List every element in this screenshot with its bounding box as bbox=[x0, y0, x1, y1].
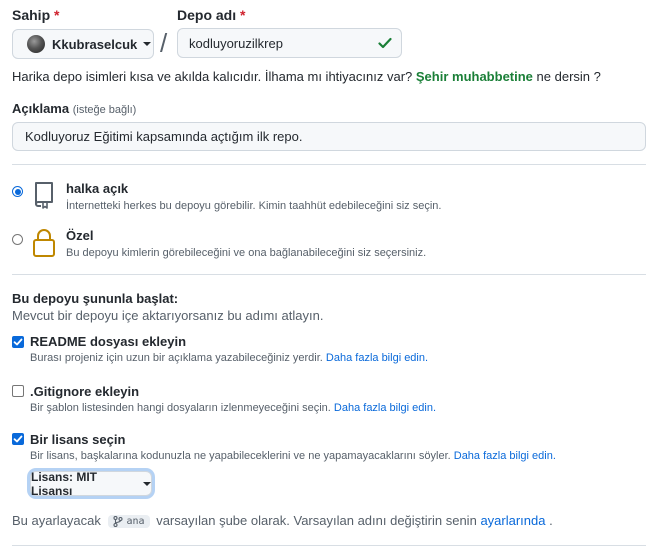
repo-name-label: Depo adı * bbox=[177, 7, 245, 23]
avatar bbox=[27, 35, 45, 53]
gitignore-label: .Gitignore ekleyin bbox=[30, 384, 140, 399]
owner-dropdown-button[interactable]: Kkubraselcuk bbox=[12, 29, 154, 59]
owner-label-text: Sahip bbox=[12, 7, 51, 23]
optional-tag: (isteğe bağlı) bbox=[72, 104, 137, 116]
git-branch-icon bbox=[112, 516, 123, 528]
license-dropdown-label: Lisans: MIT Lisansı bbox=[31, 469, 98, 498]
hint-text: Harika depo isimleri kısa ve akılda kalı… bbox=[12, 69, 413, 84]
public-desc: İnternetteki herkes bu depoyu görebilir.… bbox=[66, 200, 442, 212]
gitignore-desc: Bir şablon listesinden hangi dosyaların … bbox=[30, 402, 436, 414]
license-learn-more-link[interactable]: Daha fazla bilgi edin. bbox=[454, 450, 556, 462]
description-input[interactable]: Kodluyoruz Eğitimi kapsamında açtığım il… bbox=[12, 122, 646, 151]
repo-name-label-text: Depo adı bbox=[177, 7, 237, 23]
divider bbox=[12, 545, 646, 546]
readme-checkbox[interactable] bbox=[12, 336, 24, 348]
checkmark-icon bbox=[13, 435, 23, 443]
private-desc: Bu depoyu kimlerin görebileceğini ve ona… bbox=[66, 247, 427, 259]
required-mark: * bbox=[54, 7, 60, 23]
hint-suffix: ne dersin ? bbox=[536, 69, 601, 84]
owner-repo-separator: / bbox=[160, 28, 168, 58]
license-label: Bir lisans seçin bbox=[30, 432, 126, 447]
branch-note-prefix: Bu ayarlayacak bbox=[12, 513, 101, 528]
repo-book-icon bbox=[35, 182, 53, 209]
name-suggestion-link[interactable]: Şehir muhabbetine bbox=[416, 69, 533, 84]
lock-icon bbox=[33, 229, 55, 257]
divider bbox=[12, 164, 646, 165]
branch-badge: ana bbox=[107, 515, 150, 529]
required-mark: * bbox=[240, 7, 246, 23]
description-label-text: Açıklama bbox=[12, 101, 70, 116]
init-section-subtitle: Mevcut bir depoyu içe aktarıyorsanız bu … bbox=[12, 308, 324, 323]
private-title: Özel bbox=[66, 228, 94, 243]
repo-name-input[interactable]: kodluyoruzilkrep bbox=[177, 28, 402, 58]
gitignore-learn-more-link[interactable]: Daha fazla bilgi edin. bbox=[334, 402, 436, 414]
public-title: halka açık bbox=[66, 181, 129, 196]
caret-down-icon bbox=[143, 481, 151, 486]
owner-value: Kkubraselcuk bbox=[52, 36, 138, 52]
description-label: Açıklama (isteğe bağlı) bbox=[12, 101, 136, 116]
branch-note-suffix: . bbox=[549, 513, 553, 528]
readme-label: README dosyası ekleyin bbox=[30, 334, 187, 349]
divider bbox=[12, 274, 646, 275]
checkmark-icon bbox=[13, 338, 23, 346]
readme-desc: Burası projeniz için uzun bir açıklama y… bbox=[30, 352, 428, 364]
license-dropdown-button[interactable]: Lisans: MIT Lisansı bbox=[30, 469, 152, 498]
readme-learn-more-link[interactable]: Daha fazla bilgi edin. bbox=[326, 352, 428, 364]
gitignore-checkbox[interactable] bbox=[12, 385, 24, 397]
readme-desc-text: Burası projeniz için uzun bir açıklama y… bbox=[30, 352, 323, 364]
repo-name-hint: Harika depo isimleri kısa ve akılda kalı… bbox=[12, 69, 601, 84]
init-section-title: Bu depoyu şununla başlat: bbox=[12, 291, 179, 306]
repo-name-value: kodluyoruzilkrep bbox=[189, 35, 283, 51]
license-desc: Bir lisans, başkalarına kodunuzla ne yap… bbox=[30, 450, 556, 462]
description-value: Kodluyoruz Eğitimi kapsamında açtığım il… bbox=[25, 129, 303, 144]
caret-down-icon bbox=[143, 42, 152, 46]
gitignore-desc-text: Bir şablon listesinden hangi dosyaların … bbox=[30, 402, 331, 414]
branch-note-middle: varsayılan şube olarak. Varsayılan adını… bbox=[156, 513, 477, 528]
check-icon bbox=[378, 37, 392, 49]
license-checkbox[interactable] bbox=[12, 433, 24, 445]
license-desc-text: Bir lisans, başkalarına kodunuzla ne yap… bbox=[30, 450, 451, 462]
public-radio[interactable] bbox=[12, 186, 23, 197]
private-radio[interactable] bbox=[12, 234, 23, 245]
owner-label: Sahip * bbox=[12, 7, 59, 23]
default-branch-note: Bu ayarlayacak ana varsayılan şube olara… bbox=[12, 513, 553, 529]
settings-link[interactable]: ayarlarında bbox=[480, 513, 545, 528]
branch-name: ana bbox=[126, 516, 145, 528]
